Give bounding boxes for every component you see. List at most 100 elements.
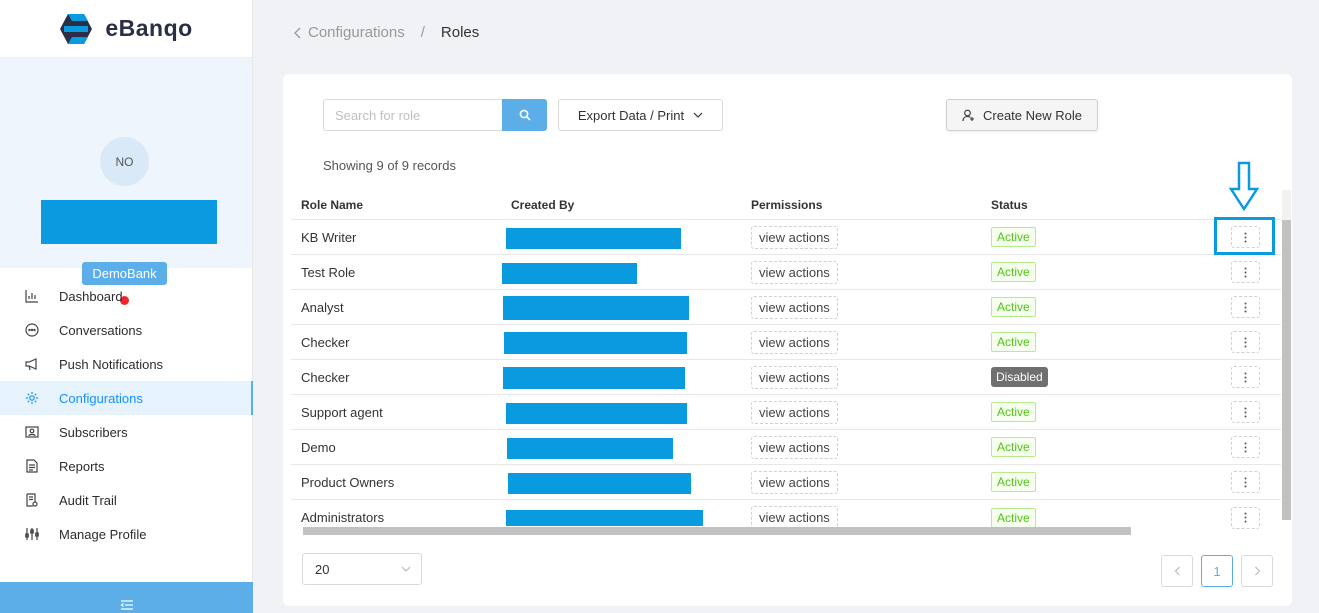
page-number-button[interactable]: 1	[1201, 555, 1233, 587]
more-vertical-icon	[1244, 372, 1247, 382]
redacted-creator	[506, 403, 687, 424]
row-actions-button[interactable]	[1231, 331, 1260, 353]
view-actions-link[interactable]: view actions	[751, 400, 838, 424]
ebanqo-logo-icon	[60, 13, 93, 44]
sidebar-item-label: Conversations	[59, 322, 143, 338]
sidebar-item-label: Subscribers	[59, 424, 128, 440]
sidebar-item-audit-trail[interactable]: Audit Trail	[0, 483, 253, 517]
breadcrumb-parent-link[interactable]: Configurations	[293, 24, 405, 41]
row-actions-button[interactable]	[1231, 506, 1260, 529]
more-vertical-icon	[1244, 302, 1247, 312]
view-actions-link[interactable]: view actions	[751, 260, 838, 284]
sidebar-item-configurations[interactable]: Configurations	[0, 381, 253, 415]
chevron-right-icon	[1254, 566, 1260, 576]
document-icon	[25, 459, 39, 473]
sidebar-item-conversations[interactable]: Conversations	[0, 313, 253, 347]
horizontal-scrollbar[interactable]	[303, 527, 1131, 535]
search-button[interactable]	[502, 99, 547, 131]
row-actions-button[interactable]	[1231, 296, 1260, 318]
role-name: Checker	[301, 334, 350, 350]
create-new-role-button[interactable]: Create New Role	[946, 99, 1098, 131]
more-vertical-icon	[1244, 477, 1247, 487]
next-page-button[interactable]	[1241, 555, 1273, 587]
page-size-select[interactable]: 20	[302, 553, 422, 585]
breadcrumb: Configurations / Roles	[293, 24, 479, 41]
view-actions-link[interactable]: view actions	[751, 225, 838, 249]
view-actions-link[interactable]: view actions	[751, 506, 838, 529]
table-row: Checker view actions Disabled	[291, 360, 1281, 395]
role-name: Administrators	[301, 510, 385, 525]
roles-card: Export Data / Print Create New Role Show…	[283, 74, 1292, 606]
role-name: Product Owners	[301, 474, 395, 490]
avatar[interactable]: NO	[100, 137, 149, 186]
user-profile: NO DemoBank	[0, 58, 252, 305]
sidebar-item-label: Push Notifications	[59, 356, 164, 372]
sidebar-item-reports[interactable]: Reports	[0, 449, 253, 483]
sidebar-item-manage-profile[interactable]: Manage Profile	[0, 517, 253, 551]
row-actions-button[interactable]	[1231, 436, 1260, 458]
logo[interactable]: eBanqo	[0, 0, 252, 58]
redacted-creator	[508, 473, 691, 494]
sidebar-collapse-button[interactable]	[0, 582, 253, 613]
more-vertical-icon	[1244, 512, 1247, 523]
status-badge: Disabled	[991, 367, 1048, 387]
chevron-down-icon	[401, 566, 411, 572]
row-actions-button[interactable]	[1231, 471, 1260, 493]
sidebar-item-push-notifications[interactable]: Push Notifications	[0, 347, 253, 381]
sidebar-item-label: Audit Trail	[59, 492, 117, 508]
redacted-creator	[503, 296, 689, 320]
search-icon	[519, 109, 531, 121]
vertical-scrollbar-thumb[interactable]	[1282, 220, 1291, 520]
redacted-creator	[503, 367, 685, 389]
audit-document-icon	[25, 493, 39, 507]
sidebar-item-label: Dashboard	[59, 288, 123, 304]
chevron-left-icon	[1174, 566, 1180, 576]
role-name: Test Role	[301, 264, 356, 280]
redacted-creator	[507, 438, 673, 459]
status-badge: Active	[991, 227, 1036, 247]
row-actions-button[interactable]	[1231, 261, 1260, 283]
view-actions-link[interactable]: view actions	[751, 330, 838, 354]
status-badge: Active	[991, 472, 1036, 492]
table-row: Demo view actions Active	[291, 430, 1281, 465]
chevron-down-icon	[693, 112, 703, 118]
table-row: KB Writer view actions Active	[291, 220, 1281, 255]
row-actions-button[interactable]	[1231, 401, 1260, 423]
contact-card-icon	[25, 425, 39, 439]
status-badge: Active	[991, 507, 1036, 528]
records-count: Showing 9 of 9 records	[323, 158, 456, 173]
vertical-scrollbar[interactable]	[1282, 190, 1291, 520]
status-badge: Active	[991, 332, 1036, 352]
table-row: Support agent view actions Active	[291, 395, 1281, 430]
sidebar-nav: Dashboard Conversations Push Notificatio…	[0, 279, 253, 551]
sidebar-item-subscribers[interactable]: Subscribers	[0, 415, 253, 449]
previous-page-button[interactable]	[1161, 555, 1193, 587]
chevron-left-icon	[294, 27, 301, 38]
more-vertical-icon	[1244, 407, 1247, 417]
breadcrumb-current: Roles	[440, 24, 480, 41]
role-name: Analyst	[301, 299, 344, 315]
chat-bubble-icon	[25, 323, 39, 337]
table-row: Product Owners view actions Active	[291, 465, 1281, 500]
view-actions-link[interactable]: view actions	[751, 365, 838, 389]
header-status[interactable]: Status	[991, 198, 1028, 212]
table-row: Test Role view actions Active	[291, 255, 1281, 290]
sidebar-item-dashboard[interactable]: Dashboard	[0, 279, 253, 313]
status-badge: Active	[991, 437, 1036, 457]
header-role-name[interactable]: Role Name	[301, 198, 363, 212]
view-actions-link[interactable]: view actions	[751, 295, 838, 319]
redacted-creator	[506, 510, 703, 526]
header-created-by[interactable]: Created By	[511, 198, 574, 212]
status-badge: Active	[991, 402, 1036, 422]
view-actions-link[interactable]: view actions	[751, 435, 838, 459]
search-input[interactable]	[323, 99, 502, 131]
sidebar-item-label: Configurations	[59, 390, 143, 406]
export-data-button[interactable]: Export Data / Print	[558, 99, 723, 131]
sidebar: eBanqo NO DemoBank Dashboard Conversatio…	[0, 0, 253, 613]
more-vertical-icon	[1244, 337, 1247, 347]
view-actions-link[interactable]: view actions	[751, 470, 838, 494]
brand-name: eBanqo	[105, 15, 193, 41]
role-search	[323, 99, 547, 131]
row-actions-button[interactable]	[1231, 366, 1260, 388]
header-permissions[interactable]: Permissions	[751, 198, 822, 212]
